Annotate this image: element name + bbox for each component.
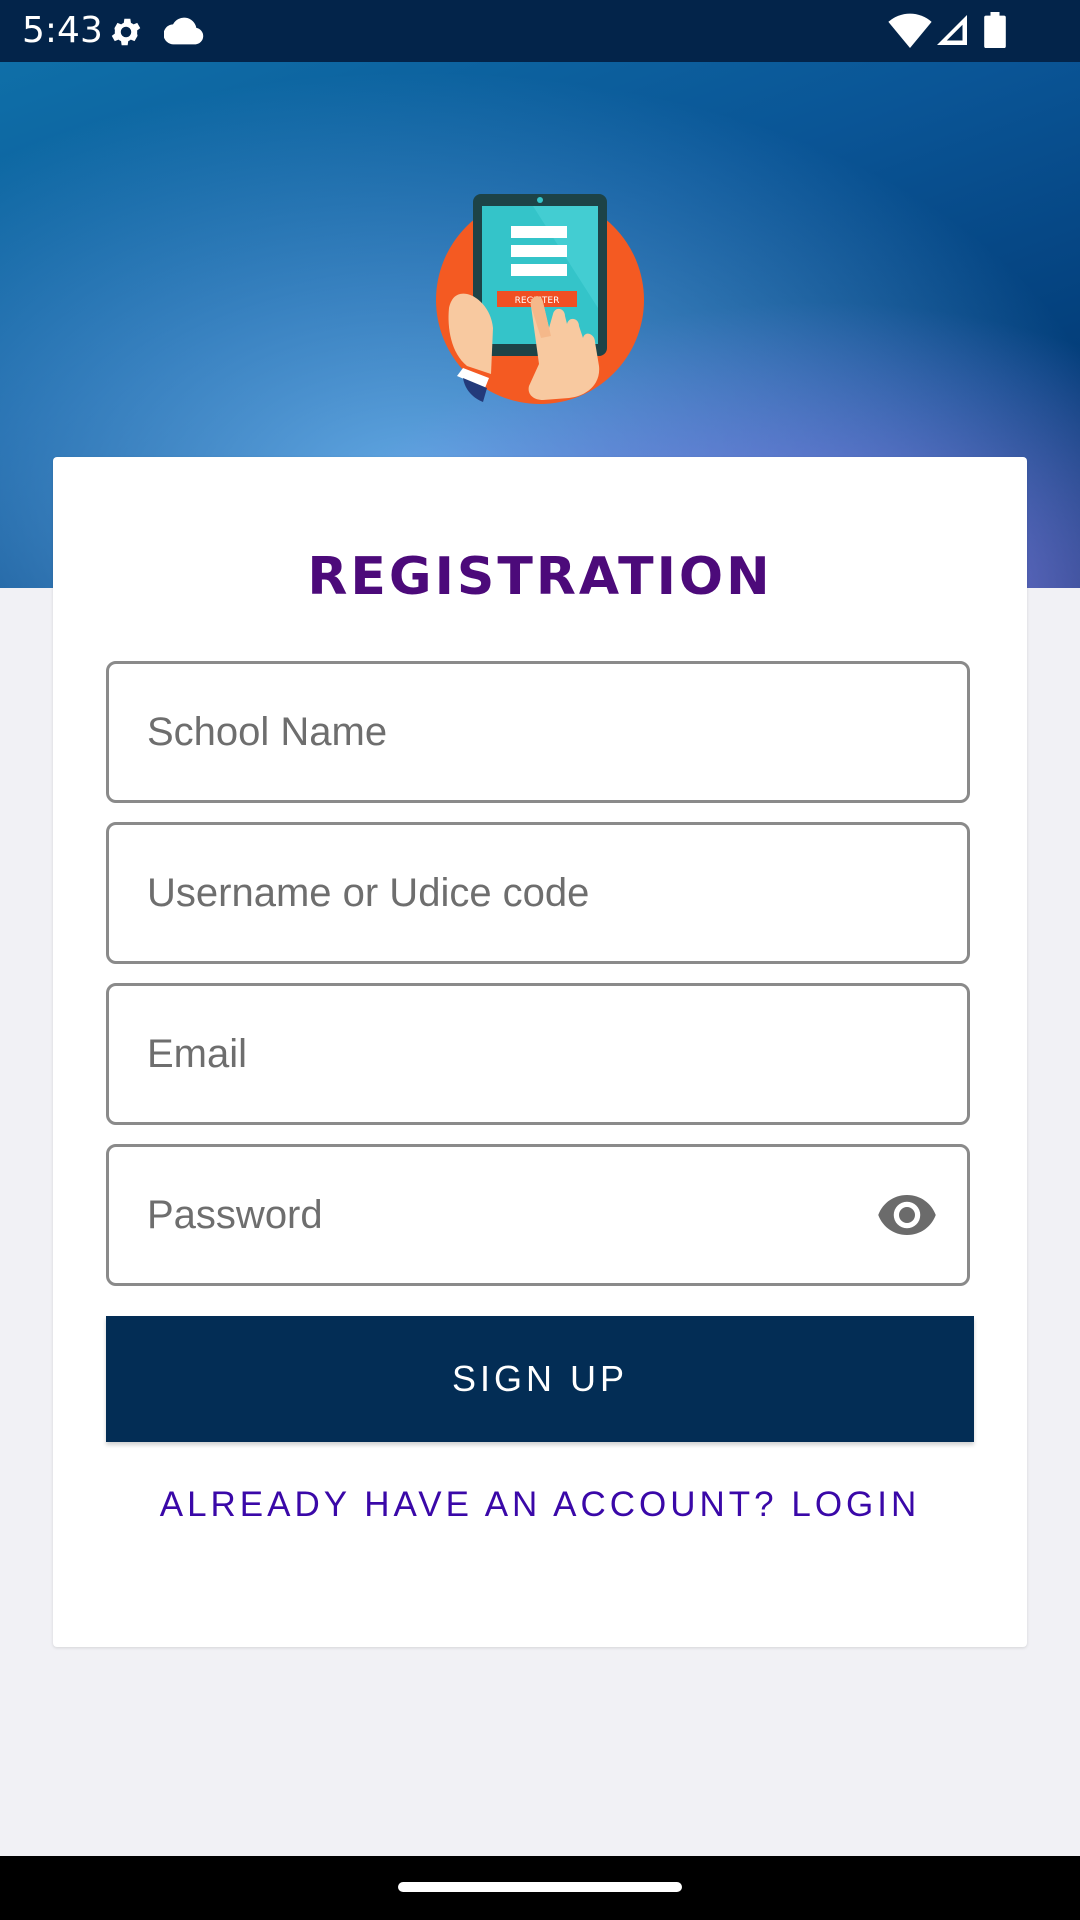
school-name-input[interactable] [147, 664, 907, 800]
eye-icon[interactable] [877, 1191, 937, 1239]
school-name-field[interactable] [106, 661, 970, 803]
home-handle[interactable] [398, 1882, 682, 1892]
status-time: 5:43 [22, 10, 103, 51]
registration-card: Registration SIGN UP ALREADY HAVE AN ACC… [53, 457, 1027, 1647]
navigation-bar [0, 1856, 1080, 1920]
password-field[interactable] [106, 1144, 970, 1286]
status-bar: 5:43 [0, 0, 1080, 62]
cloud-icon [163, 16, 204, 51]
username-field[interactable] [106, 822, 970, 964]
battery-icon [984, 12, 1006, 53]
email-input[interactable] [147, 986, 907, 1122]
signup-button[interactable]: SIGN UP [106, 1316, 974, 1442]
page-title: Registration [307, 547, 773, 607]
password-input[interactable] [147, 1147, 787, 1283]
login-link[interactable]: ALREADY HAVE AN ACCOUNT? LOGIN [53, 1485, 1027, 1525]
wifi-icon [888, 12, 932, 53]
register-tablet-icon: REGISTER [433, 188, 647, 408]
signal-icon [934, 12, 970, 53]
email-field[interactable] [106, 983, 970, 1125]
username-input[interactable] [147, 825, 907, 961]
gear-icon [108, 14, 144, 55]
